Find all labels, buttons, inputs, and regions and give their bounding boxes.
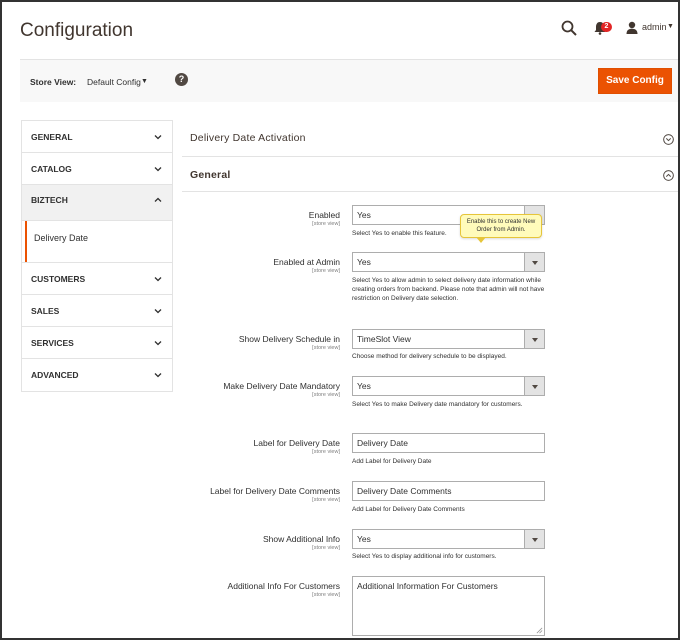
expand-section-icon[interactable] bbox=[663, 134, 674, 145]
chevron-down-icon bbox=[154, 373, 162, 378]
mandatory-select[interactable]: Yes bbox=[352, 376, 545, 396]
chevron-down-icon bbox=[524, 330, 544, 348]
user-icon[interactable] bbox=[626, 21, 638, 34]
field-label-additional-info: Show Additional Info bbox=[262, 534, 340, 544]
field-note-comments-label: Add Label for Delivery Date Comments bbox=[352, 506, 465, 513]
resize-handle-icon[interactable] bbox=[536, 627, 543, 634]
delivery-date-label-input[interactable]: Delivery Date bbox=[352, 433, 545, 453]
notification-count-badge[interactable]: 2 bbox=[601, 22, 612, 32]
mandatory-select-value: Yes bbox=[357, 381, 371, 391]
sidebar-item-label: SALES bbox=[31, 306, 60, 316]
chevron-down-icon bbox=[524, 253, 544, 271]
field-scope: [store view] bbox=[312, 497, 340, 503]
section-divider bbox=[182, 191, 678, 192]
additional-info-select-value: Yes bbox=[357, 534, 371, 544]
field-scope: [store view] bbox=[312, 392, 340, 398]
field-label-schedule-view: Show Delivery Schedule in bbox=[238, 334, 340, 344]
chevron-down-icon bbox=[154, 277, 162, 282]
field-scope: [store view] bbox=[312, 268, 340, 274]
sidebar-item-label: CUSTOMERS bbox=[31, 274, 86, 284]
field-note-additional-info: Select Yes to display additional info fo… bbox=[352, 553, 497, 560]
section-divider bbox=[182, 156, 678, 157]
sidebar-item-label: BIZTECH bbox=[31, 195, 68, 205]
sidebar-item-customers[interactable]: CUSTOMERS bbox=[22, 263, 172, 295]
sidebar-item-label: SERVICES bbox=[31, 338, 74, 348]
chevron-up-icon bbox=[154, 197, 162, 202]
field-scope: [store view] bbox=[312, 545, 340, 551]
search-icon[interactable] bbox=[561, 20, 577, 36]
sidebar-item-label: GENERAL bbox=[31, 132, 73, 142]
field-note-enabled-at-admin: Select Yes to allow admin to select deli… bbox=[352, 277, 545, 302]
store-view-caret-icon[interactable]: ▼ bbox=[141, 78, 148, 85]
enabled-at-admin-select[interactable]: Yes bbox=[352, 252, 545, 272]
section-heading-activation[interactable]: Delivery Date Activation bbox=[190, 132, 678, 144]
user-menu-name[interactable]: admin bbox=[642, 22, 667, 32]
chevron-down-icon bbox=[154, 135, 162, 140]
store-view-switcher[interactable]: Default Config bbox=[87, 77, 141, 87]
sidebar-item-services[interactable]: SERVICES bbox=[22, 327, 172, 359]
chevron-down-icon bbox=[154, 341, 162, 346]
additional-info-select[interactable]: Yes bbox=[352, 529, 545, 549]
field-label-delivery-date-label: Label for Delivery Date bbox=[253, 438, 340, 448]
section-heading-general[interactable]: General bbox=[190, 169, 678, 181]
schedule-view-select[interactable]: TimeSlot View bbox=[352, 329, 545, 349]
sidebar-subitem-label: Delivery Date bbox=[34, 233, 89, 243]
comments-label-input[interactable]: Delivery Date Comments bbox=[352, 481, 545, 501]
store-view-toolbar: Store View: Default Config ▼ ? Save Conf… bbox=[20, 59, 678, 102]
field-scope: [store view] bbox=[312, 221, 340, 227]
enabled-select-value: Yes bbox=[357, 210, 371, 220]
field-scope: [store view] bbox=[312, 592, 340, 598]
schedule-view-select-value: TimeSlot View bbox=[357, 334, 411, 344]
chevron-down-icon bbox=[524, 377, 544, 395]
sidebar-item-catalog[interactable]: CATALOG bbox=[22, 153, 172, 185]
enabled-at-admin-select-value: Yes bbox=[357, 257, 371, 267]
sidebar-item-general[interactable]: GENERAL bbox=[22, 121, 172, 153]
sidebar-item-biztech[interactable]: BIZTECH bbox=[22, 185, 172, 221]
sidebar-item-sales[interactable]: SALES bbox=[22, 295, 172, 327]
field-label-enabled-at-admin: Enabled at Admin bbox=[273, 257, 340, 267]
field-scope: [store view] bbox=[312, 449, 340, 455]
save-config-button[interactable]: Save Config bbox=[598, 68, 672, 94]
field-note-delivery-date-label: Add Label for Delivery Date bbox=[352, 458, 432, 465]
sidebar-item-advanced[interactable]: ADVANCED bbox=[22, 359, 172, 391]
field-scope: [store view] bbox=[312, 345, 340, 351]
page-title: Configuration bbox=[20, 20, 134, 41]
chevron-down-icon bbox=[524, 530, 544, 548]
help-icon[interactable]: ? bbox=[175, 73, 188, 86]
collapse-section-icon[interactable] bbox=[663, 170, 674, 181]
sidebar-subitem-delivery-date[interactable]: Delivery Date bbox=[22, 221, 172, 263]
admin-window: Configuration 2 admin ▼ Store View: Defa… bbox=[0, 0, 680, 640]
field-label-comments-label: Label for Delivery Date Comments bbox=[210, 486, 340, 496]
field-label-mandatory: Make Delivery Date Mandatory bbox=[223, 381, 340, 391]
field-label-additional-info-text: Additional Info For Customers bbox=[227, 581, 340, 591]
field-label-enabled: Enabled bbox=[308, 210, 340, 220]
field-note-mandatory: Select Yes to make Delivery date mandato… bbox=[352, 401, 523, 408]
user-menu-caret-icon[interactable]: ▼ bbox=[667, 23, 674, 30]
field-note-schedule-view: Choose method for delivery schedule to b… bbox=[352, 353, 507, 360]
sidebar-item-label: CATALOG bbox=[31, 164, 72, 174]
sidebar-item-label: ADVANCED bbox=[31, 370, 79, 380]
tooltip-enabled: Enable this to create New Order from Adm… bbox=[460, 214, 542, 243]
additional-info-textarea[interactable]: Additional Information For Customers bbox=[352, 576, 545, 636]
store-view-label: Store View: bbox=[30, 77, 77, 87]
chevron-down-icon bbox=[154, 309, 162, 314]
config-sidebar: GENERAL CATALOG BIZTECH Delivery Date CU… bbox=[21, 120, 173, 392]
chevron-down-icon bbox=[154, 167, 162, 172]
